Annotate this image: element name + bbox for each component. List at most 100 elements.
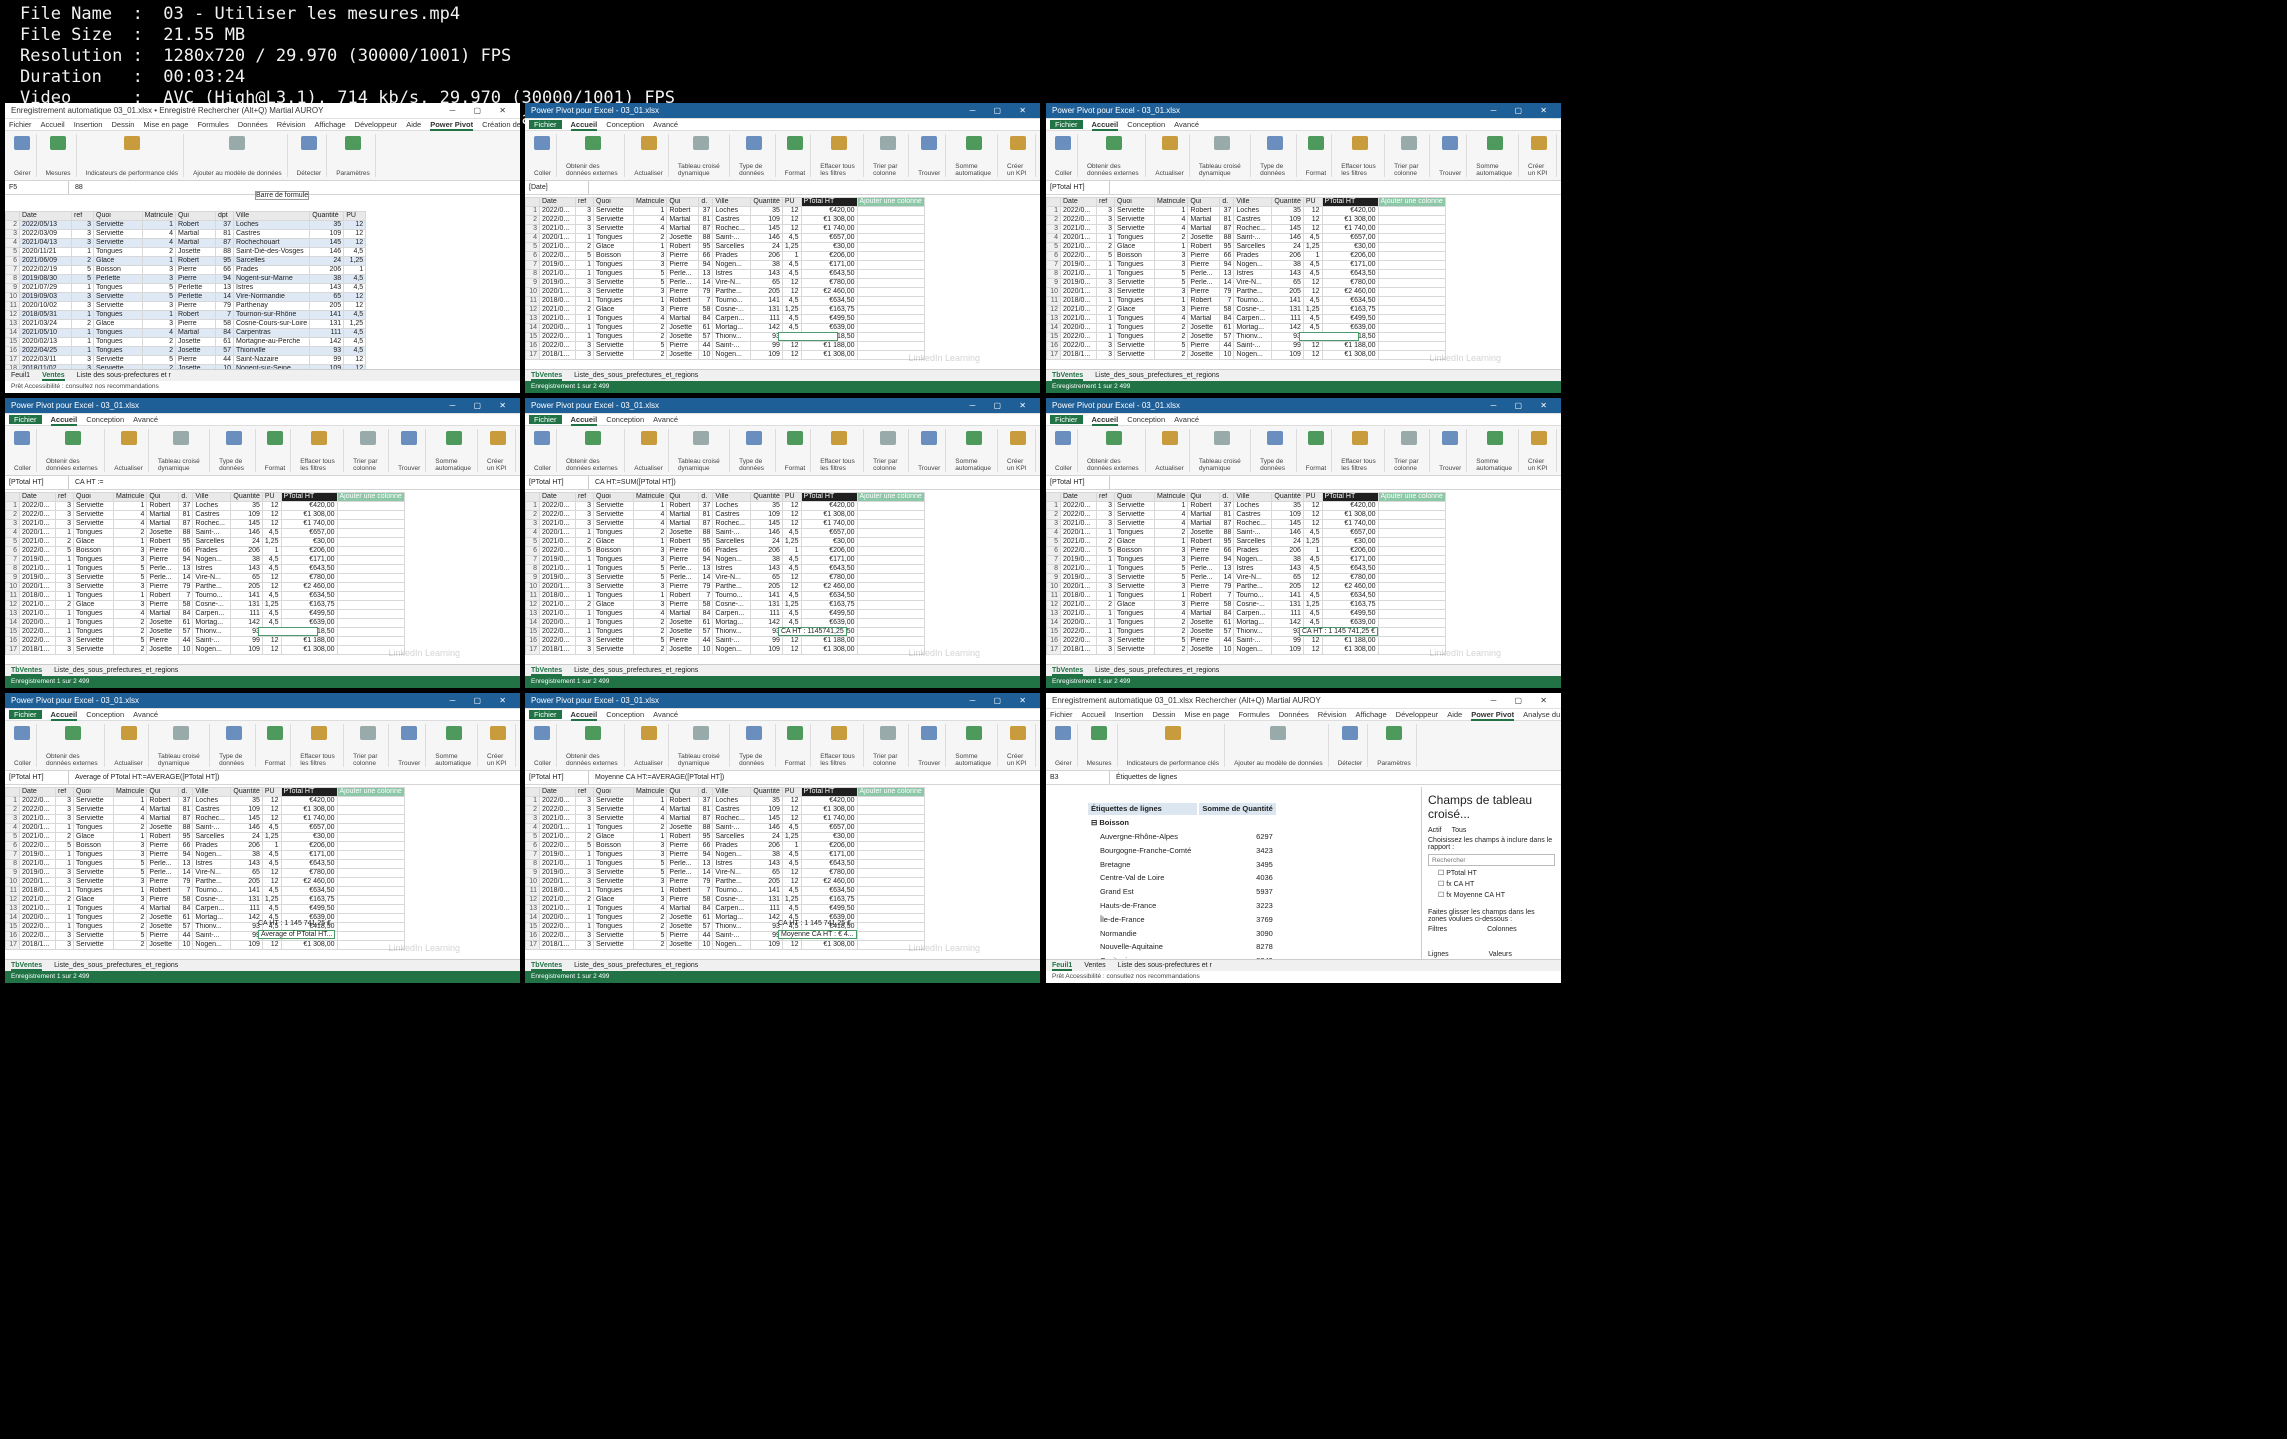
table-cell[interactable]: 13 [698, 564, 714, 574]
table-cell[interactable]: Serviette [593, 501, 634, 511]
table-cell[interactable]: 5 [632, 859, 668, 869]
table-cell[interactable]: 61 [214, 337, 234, 347]
table-cell[interactable]: 12 [1302, 287, 1323, 297]
table-cell[interactable]: 3 [575, 868, 594, 878]
sheet-tab[interactable]: Liste_des_sous_prefectures_et_regions [1095, 372, 1219, 379]
table-cell[interactable]: 145 [230, 519, 263, 529]
column-header[interactable]: PTotal HT [1321, 492, 1379, 502]
sheet-tab[interactable]: Liste_des_sous_prefectures_et_regions [574, 372, 698, 379]
table-cell[interactable]: Robert [1187, 591, 1221, 601]
formula-text[interactable]: Average of PTotal HT:=AVERAGE([PTotal HT… [75, 774, 219, 781]
ribbon-command[interactable]: Type de données [1255, 429, 1297, 472]
table-cell[interactable]: Serviette [593, 868, 634, 878]
table-cell[interactable]: 3 [575, 350, 594, 360]
table-cell[interactable]: 3 [112, 850, 148, 860]
table-cell[interactable]: 143 [309, 283, 345, 293]
table-cell[interactable]: 99 [230, 636, 263, 646]
menu-tab[interactable]: Fichier [9, 710, 42, 719]
table-cell[interactable]: Tongues [93, 247, 143, 257]
ribbon-command[interactable]: Format [780, 429, 812, 472]
table-cell[interactable]: 3 [575, 215, 594, 225]
table-cell[interactable]: 109 [230, 940, 263, 950]
table-cell[interactable]: 2 [575, 895, 594, 905]
table-cell[interactable]: 12 [781, 519, 802, 529]
table-cell[interactable]: 2021/0... [19, 859, 56, 869]
ribbon-command[interactable]: Tableau croisé dynamique [673, 429, 731, 472]
table-cell[interactable]: Boisson [1114, 546, 1155, 556]
table-cell[interactable]: 1 [112, 796, 148, 806]
table-cell[interactable]: Thionv... [1233, 627, 1273, 637]
table-cell[interactable]: 94 [698, 850, 714, 860]
table-cell[interactable]: Glace [73, 832, 114, 842]
formula-bar[interactable]: [PTotal HT] CA HT := [5, 476, 520, 490]
window-controls[interactable]: ─ ▢ ✕ [970, 103, 1034, 118]
table-cell[interactable]: €206,00 [1321, 546, 1379, 556]
table-cell[interactable]: 2021/0... [539, 564, 576, 574]
sheet-tab[interactable]: TbVentes [1052, 372, 1084, 381]
table-cell[interactable]: 37 [698, 206, 714, 216]
table-cell[interactable]: Josette [1187, 233, 1221, 243]
ribbon-command[interactable]: Type de données [214, 724, 256, 767]
table-cell[interactable]: 1 [141, 256, 176, 266]
table-cell[interactable]: 1 [575, 323, 594, 333]
table-cell[interactable]: €643,50 [1321, 269, 1379, 279]
table-cell[interactable]: Josette [666, 823, 700, 833]
table-cell[interactable]: 94 [698, 260, 714, 270]
table-cell[interactable]: 24 [750, 242, 783, 252]
ribbon-command[interactable]: Créer un KPI [1002, 724, 1036, 767]
table-cell[interactable]: €1 188,00 [1321, 341, 1379, 351]
ribbon-command[interactable]: Effacer tous les filtres [1336, 429, 1386, 472]
table-cell[interactable]: 1 [632, 537, 668, 547]
ribbon-command[interactable]: Détecter [292, 134, 328, 177]
ribbon-command[interactable]: Trier par colonne [1389, 134, 1431, 177]
table-cell[interactable]: 4 [1153, 215, 1189, 225]
table-cell[interactable]: 5 [632, 269, 668, 279]
table-cell[interactable]: 84 [1219, 314, 1235, 324]
menu-tab[interactable]: Accueil [1091, 120, 1119, 131]
table-cell[interactable]: Perlette [174, 292, 216, 302]
table-cell[interactable]: Istres [1233, 269, 1273, 279]
table-cell[interactable]: 1 [112, 501, 148, 511]
table-cell[interactable]: Perle... [146, 859, 180, 869]
table-cell[interactable]: Thionv... [192, 627, 232, 637]
table-cell[interactable]: 12 [781, 510, 802, 520]
table-cell[interactable]: 95 [698, 832, 714, 842]
table-cell[interactable]: 2020/0... [1060, 323, 1097, 333]
table-cell[interactable]: 4,5 [1302, 564, 1323, 574]
table-cell[interactable]: 24 [750, 537, 783, 547]
table-cell[interactable]: 1 [1153, 242, 1189, 252]
table-cell[interactable]: 109 [750, 215, 783, 225]
table-cell[interactable]: Saint-... [1233, 528, 1273, 538]
table-cell[interactable]: Prades [192, 546, 232, 556]
table-cell[interactable]: 145 [1271, 519, 1304, 529]
table-cell[interactable]: 2020/1... [539, 233, 576, 243]
table-cell[interactable]: Pierre [174, 265, 216, 275]
table-cell[interactable]: 12 [343, 301, 367, 311]
name-box[interactable]: [PTotal HT] [529, 771, 589, 784]
table-cell[interactable]: 24 [230, 832, 263, 842]
table-cell[interactable]: 84 [178, 609, 194, 619]
table-cell[interactable]: 87 [214, 238, 234, 248]
table-cell[interactable]: €163,75 [1321, 600, 1379, 610]
table-cell[interactable]: Carpen... [712, 314, 752, 324]
table-cell[interactable]: €1 740,00 [800, 224, 858, 234]
table-cell[interactable]: 1 [1096, 627, 1115, 637]
table-cell[interactable]: 4 [112, 510, 148, 520]
table-cell[interactable]: 2 [632, 913, 668, 923]
table-cell[interactable]: Carpen... [712, 904, 752, 914]
table-cell[interactable]: 14 [698, 278, 714, 288]
table-cell[interactable]: 1 [1096, 332, 1115, 342]
table-cell[interactable]: Pierre [666, 850, 700, 860]
table-cell[interactable]: Pierre [1187, 546, 1221, 556]
ribbon-command[interactable]: Coller [529, 724, 557, 767]
column-header[interactable]: Quantité [750, 197, 783, 207]
table-cell[interactable]: €163,75 [800, 895, 858, 905]
table-cell[interactable]: 2018/05/31 [19, 310, 72, 320]
table-cell[interactable]: 61 [178, 618, 194, 628]
table-cell[interactable]: €780,00 [280, 573, 338, 583]
table-cell[interactable]: 1 [71, 247, 94, 257]
table-cell[interactable]: 2018/1... [539, 940, 576, 950]
table-cell[interactable]: Josette [666, 913, 700, 923]
column-header[interactable]: Quoi [593, 787, 634, 797]
ribbon-command[interactable]: Somme automatique [950, 724, 998, 767]
